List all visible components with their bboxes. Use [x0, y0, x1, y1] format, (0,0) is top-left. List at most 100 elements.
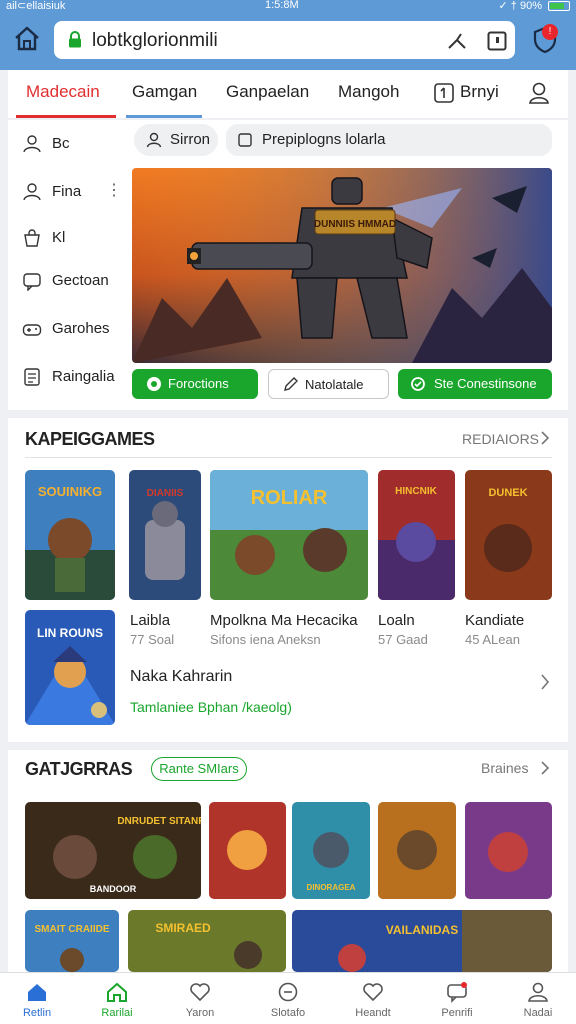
game-cover: ROLIAR: [210, 470, 368, 600]
svg-text:HINCNIK: HINCNIK: [395, 486, 437, 497]
game-title[interactable]: Laibla: [130, 612, 170, 629]
game-cover: DNRUDET SITANRN BANDOOR: [25, 802, 201, 899]
natolatale-button[interactable]: Natolatale: [268, 369, 389, 399]
button-label: Foroctions: [168, 376, 229, 391]
sidebar-item-label: Fina: [52, 183, 82, 200]
nav-label: Slotafo: [270, 1007, 306, 1019]
clock-icon: [278, 982, 298, 1002]
nav-label: Yaron: [185, 1007, 215, 1019]
hero-banner[interactable]: DUNNIIS HMMAD: [132, 168, 552, 363]
tab-underline: [126, 115, 202, 118]
pencil-icon: [284, 377, 298, 391]
foroctions-button[interactable]: Foroctions: [132, 369, 258, 399]
person-icon: [528, 982, 548, 1002]
nav-slotafo[interactable]: Slotafo: [256, 973, 320, 1024]
game-card[interactable]: SMAIT CRAIIDE: [25, 910, 119, 972]
game-card[interactable]: DNRUDET SITANRN BANDOOR: [25, 802, 201, 899]
carrier-text: ail⊂ellaisiuk: [6, 0, 66, 12]
game-meta: Sifons iena Aneksn: [210, 632, 321, 647]
home-icon[interactable]: [12, 24, 42, 54]
sidebar-item-garohes[interactable]: Garohes: [22, 315, 122, 343]
game-card[interactable]: HINCNIK: [378, 470, 455, 600]
game-meta: 57 Gaad: [378, 632, 428, 647]
game-card[interactable]: DIANIIS: [129, 470, 201, 600]
nav-yaron[interactable]: Yaron: [168, 973, 232, 1024]
chevron-right-icon[interactable]: [540, 761, 550, 775]
game-card[interactable]: VAILANIDAS: [292, 910, 552, 972]
game-card[interactable]: SMIRAED: [128, 910, 286, 972]
game-cover: [378, 802, 456, 899]
tab-gamgan[interactable]: Gamgan: [132, 82, 197, 102]
svg-text:SMIRAED: SMIRAED: [155, 921, 211, 935]
nav-nadai[interactable]: Nadai: [506, 973, 570, 1024]
bag-icon: [24, 229, 40, 247]
featured-game-link[interactable]: Tamlaniee Bphan /kaeolg): [130, 699, 292, 715]
filter-pill[interactable]: Rante SMIars: [151, 757, 247, 781]
tabs-icon[interactable]: [486, 30, 508, 52]
status-right-text: ✓ † 90%: [498, 0, 542, 12]
svg-text:DINORAGEA: DINORAGEA: [307, 883, 356, 892]
plus-square-icon[interactable]: [433, 82, 455, 104]
section-more-link[interactable]: REDIAIORS: [462, 431, 539, 447]
heart-icon: [190, 983, 210, 1002]
game-title[interactable]: Mpolkna Ma Hecacika: [210, 612, 358, 629]
game-meta: 77 Soal: [130, 632, 175, 647]
chevron-right-icon[interactable]: [540, 674, 550, 690]
game-title[interactable]: Loaln: [378, 612, 415, 629]
more-vertical-icon[interactable]: ⋮: [106, 180, 122, 200]
game-cover: SMAIT CRAIIDE: [25, 910, 119, 972]
tab-ganpaelan[interactable]: Ganpaelan: [226, 82, 309, 102]
section-title: KAPEIGGAMES: [25, 429, 155, 449]
checkbox-icon: [238, 133, 252, 147]
nav-rarilai[interactable]: Rarilai: [85, 973, 149, 1024]
url-bar[interactable]: lobtkglorionmili: [54, 21, 515, 59]
profile-icon[interactable]: [528, 81, 550, 105]
svg-text:LIN ROUNS: LIN ROUNS: [37, 626, 103, 640]
divider: [25, 457, 552, 458]
game-title[interactable]: Kandiate: [465, 612, 524, 629]
game-card[interactable]: DUNEK: [465, 470, 552, 600]
tab-brnyi[interactable]: Brnyi: [460, 82, 499, 102]
game-cover: LIN ROUNS: [25, 610, 115, 725]
sidebar-item-bc[interactable]: Bc: [22, 130, 122, 158]
top-nav: Madecain Gamgan Ganpaelan Mangoh Brnyi: [8, 70, 568, 118]
nav-retlin[interactable]: Retlin: [5, 973, 69, 1024]
document-icon: [24, 368, 40, 386]
game-card[interactable]: [465, 802, 552, 899]
gamepad-icon: [22, 324, 42, 336]
svg-text:ROLIAR: ROLIAR: [251, 487, 328, 509]
share-icon[interactable]: [446, 30, 468, 52]
sidebar-item-kl[interactable]: Kl: [22, 224, 122, 252]
button-label: Natolatale: [305, 377, 364, 392]
game-card[interactable]: [378, 802, 456, 899]
ste-conestinsone-button[interactable]: Ste Conestinsone: [398, 369, 552, 399]
filter-chip[interactable]: Prepiplogns lolarla: [226, 124, 552, 156]
chevron-right-icon[interactable]: [540, 431, 550, 445]
sidebar-item-label: Raingalia: [52, 368, 115, 385]
sidebar: Bc Fina ⋮ Kl Gectoan Garohes Raingalia: [8, 120, 123, 410]
nav-penrifi[interactable]: Penrifi: [425, 973, 489, 1024]
tab-madecain[interactable]: Madecain: [26, 82, 100, 102]
section-more-link[interactable]: Braines: [481, 760, 528, 776]
sidebar-item-fina[interactable]: Fina ⋮: [22, 178, 122, 206]
svg-text:DNRUDET SITANRN: DNRUDET SITANRN: [117, 816, 201, 827]
sidebar-item-gectoan[interactable]: Gectoan: [22, 267, 122, 295]
nav-heandt[interactable]: Heandt: [341, 973, 405, 1024]
game-cover: [209, 802, 286, 899]
game-card[interactable]: [209, 802, 286, 899]
game-card[interactable]: ROLIAR: [210, 470, 368, 600]
svg-text:SOUINIKG: SOUINIKG: [38, 484, 102, 499]
game-card[interactable]: SOUINIKG: [25, 470, 115, 600]
featured-game-title[interactable]: Naka Kahrarin: [130, 668, 232, 686]
nav-label: Penrifi: [441, 1007, 473, 1019]
clock-text: 1:5:8M: [265, 0, 299, 11]
sidebar-item-raingalia[interactable]: Raingalia: [22, 363, 122, 391]
sidebar-item-label: Bc: [52, 135, 70, 152]
game-card[interactable]: DINORAGEA: [292, 802, 370, 899]
tab-mangoh[interactable]: Mangoh: [338, 82, 399, 102]
game-cover: SMIRAED: [128, 910, 286, 972]
search-chip[interactable]: Sirron: [134, 124, 218, 156]
featured-game-card[interactable]: LIN ROUNS: [25, 610, 115, 725]
game-cover: HINCNIK: [378, 470, 455, 600]
nav-label: Rarilai: [101, 1007, 133, 1019]
